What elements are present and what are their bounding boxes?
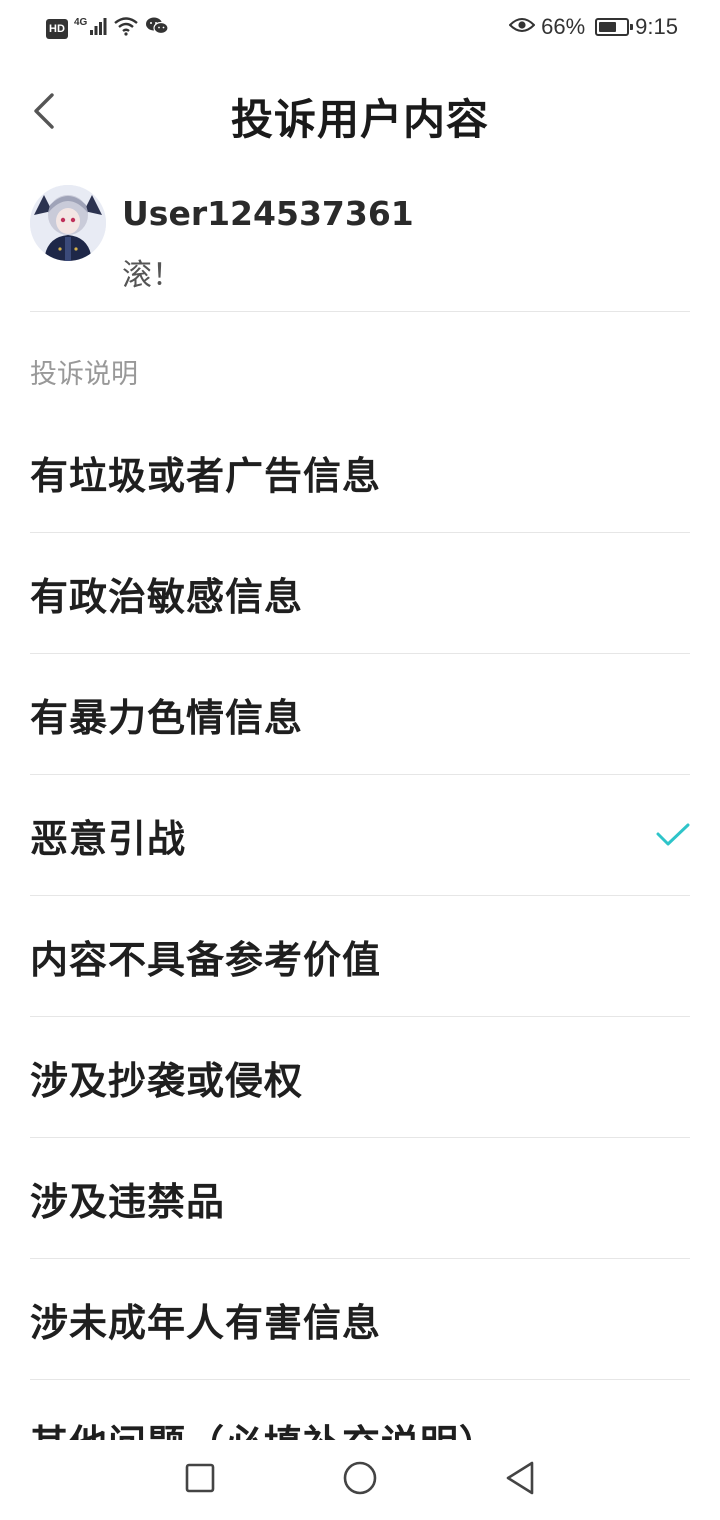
home-button[interactable] bbox=[340, 1460, 380, 1500]
reason-item[interactable]: 有政治敏感信息 bbox=[30, 533, 690, 654]
status-left: HD 4G bbox=[46, 16, 169, 41]
reason-label: 内容不具备参考价值 bbox=[30, 937, 382, 982]
reason-item[interactable]: 涉及违禁品 bbox=[30, 1138, 690, 1259]
reason-item[interactable]: 恶意引战 bbox=[30, 775, 690, 896]
check-icon bbox=[656, 823, 690, 846]
reason-label: 有垃圾或者广告信息 bbox=[30, 453, 382, 498]
reason-item[interactable]: 其他问题（必填补充说明） bbox=[30, 1380, 690, 1441]
reason-item[interactable]: 涉及抄袭或侵权 bbox=[30, 1017, 690, 1138]
reason-item[interactable]: 涉未成年人有害信息 bbox=[30, 1259, 690, 1380]
page-title: 投诉用户内容 bbox=[230, 95, 489, 144]
nav-back-button[interactable] bbox=[500, 1460, 540, 1500]
network-type-label: 4G bbox=[74, 17, 88, 28]
clock: 9:15 bbox=[635, 14, 678, 39]
battery-icon bbox=[595, 18, 634, 36]
circle-icon bbox=[342, 1460, 378, 1500]
eye-comfort-icon bbox=[508, 14, 536, 40]
status-bar: HD 4G 66% 9:15 bbox=[0, 0, 720, 58]
avatar bbox=[30, 185, 106, 261]
reason-label: 其他问题（必填补充说明） bbox=[30, 1413, 498, 1441]
section-label: 投诉说明 bbox=[30, 359, 138, 390]
reported-user-card: User124537361 滚！ bbox=[30, 182, 690, 312]
triangle-left-icon bbox=[504, 1460, 536, 1500]
header: 投诉用户内容 bbox=[0, 70, 720, 156]
user-name: User124537361 bbox=[122, 194, 414, 233]
reason-item[interactable]: 有垃圾或者广告信息 bbox=[30, 412, 690, 533]
wechat-icon bbox=[145, 16, 169, 41]
reason-item[interactable]: 内容不具备参考价值 bbox=[30, 896, 690, 1017]
reason-label: 涉及抄袭或侵权 bbox=[30, 1058, 304, 1103]
square-icon bbox=[184, 1462, 216, 1498]
reason-list: 有垃圾或者广告信息 有政治敏感信息 有暴力色情信息 恶意引战 内容不具备参考价值… bbox=[30, 412, 690, 1440]
recent-apps-button[interactable] bbox=[180, 1460, 220, 1500]
wifi-icon bbox=[113, 16, 139, 41]
battery-fill bbox=[599, 22, 617, 32]
signal-icon bbox=[89, 16, 107, 41]
reason-label: 涉未成年人有害信息 bbox=[30, 1300, 382, 1345]
reason-label: 涉及违禁品 bbox=[30, 1179, 226, 1224]
reason-label: 有政治敏感信息 bbox=[30, 574, 304, 619]
reported-comment: 滚！ bbox=[122, 258, 182, 293]
battery-percent: 66% bbox=[541, 14, 586, 39]
hd-badge: HD bbox=[46, 18, 68, 39]
reason-label: 有暴力色情信息 bbox=[30, 695, 304, 740]
reason-label: 恶意引战 bbox=[30, 816, 187, 861]
reason-item[interactable]: 有暴力色情信息 bbox=[30, 654, 690, 775]
system-nav-bar bbox=[0, 1440, 720, 1520]
status-right: 66% 9:15 bbox=[508, 14, 678, 40]
